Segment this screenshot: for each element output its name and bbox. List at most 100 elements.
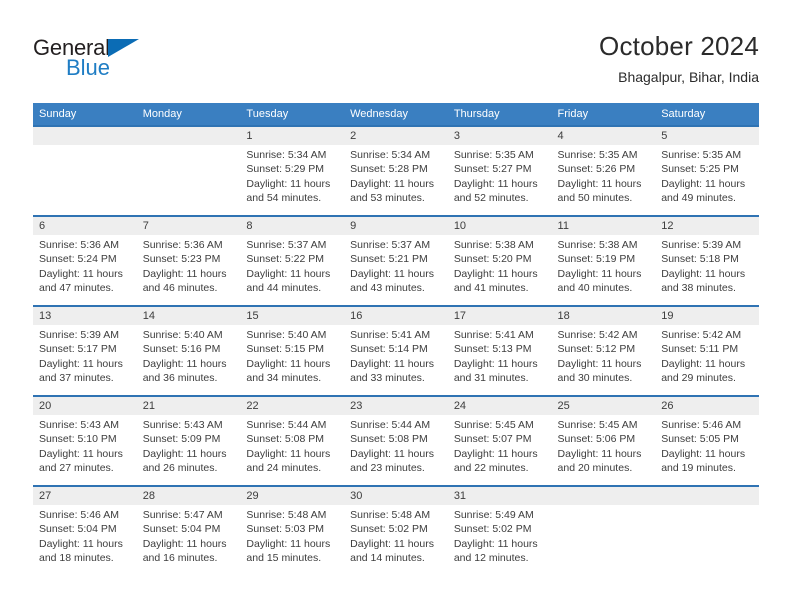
calendar-day-cell[interactable]: 2 Sunrise: 5:34 AM Sunset: 5:28 PM Daylight… [344, 125, 448, 216]
sunset-text: Sunset: 5:09 PM [142, 433, 221, 446]
calendar-day-cell[interactable]: 14 Sunrise: 5:40 AM Sunset: 5:16 PM Dayligh… [136, 305, 241, 396]
calendar-day-cell[interactable]: 21 Sunrise: 5:43 AM Sunset: 5:09 PM Dayligh… [136, 395, 241, 486]
logo-text-blue: Blue [66, 55, 111, 80]
day-sun-info: Sunrise: 5:48 AM Sunset: 5:02 PM Daylight:… [344, 505, 448, 566]
day-sun-info: Sunrise: 5:49 AM Sunset: 5:02 PM Daylight:… [448, 505, 552, 566]
calendar-day-cell[interactable]: 31 Sunrise: 5:49 AM Sunset: 5:02 PM Dayligh… [447, 485, 552, 576]
day-number: 13 [33, 307, 137, 325]
sunset-text: Sunset: 5:13 PM [453, 343, 532, 356]
calendar-day-cell[interactable]: 12 Sunrise: 5:39 AM Sunset: 5:18 PM Dayligh… [655, 215, 759, 306]
calendar-empty-cell [655, 485, 759, 576]
sunset-text: Sunset: 5:18 PM [661, 253, 739, 266]
day-number: 14 [136, 307, 241, 325]
calendar-day-cell[interactable]: 1 Sunrise: 5:34 AM Sunset: 5:29 PM Daylight… [240, 125, 345, 216]
day-sun-info: Sunrise: 5:40 AM Sunset: 5:15 PM Daylight:… [240, 325, 344, 386]
daylight-text: Daylight: 11 hours and 23 minutes. [350, 447, 434, 475]
calendar-day-cell[interactable]: 3 Sunrise: 5:35 AM Sunset: 5:27 PM Daylight… [447, 125, 552, 216]
daylight-text: Daylight: 11 hours and 36 minutes. [142, 357, 227, 385]
sunset-text: Sunset: 5:04 PM [39, 523, 117, 536]
daylight-text: Daylight: 11 hours and 12 minutes. [453, 537, 538, 565]
day-number: 21 [136, 397, 241, 415]
daylight-text: Daylight: 11 hours and 20 minutes. [557, 447, 642, 475]
sunset-text: Sunset: 5:11 PM [661, 343, 739, 356]
day-sun-info: Sunrise: 5:35 AM Sunset: 5:26 PM Daylight:… [552, 145, 656, 206]
sunrise-text: Sunrise: 5:44 AM [350, 419, 431, 431]
calendar-day-cell[interactable]: 17 Sunrise: 5:41 AM Sunset: 5:13 PM Dayligh… [447, 305, 552, 396]
weekday-header-saturday: Saturday [655, 103, 759, 126]
calendar-day-cell[interactable]: 26 Sunrise: 5:46 AM Sunset: 5:05 PM Dayligh… [655, 395, 759, 486]
day-number: 7 [136, 217, 241, 235]
calendar-day-cell[interactable]: 16 Sunrise: 5:41 AM Sunset: 5:14 PM Dayligh… [344, 305, 448, 396]
weekday-header-friday: Friday [551, 103, 656, 126]
daylight-text: Daylight: 11 hours and 26 minutes. [142, 447, 227, 475]
page-header: General Blue October 2024 Bhagalpur, Bih… [33, 30, 759, 92]
daylight-text: Daylight: 11 hours and 49 minutes. [661, 177, 746, 205]
daylight-text: Daylight: 11 hours and 52 minutes. [453, 177, 538, 205]
sunrise-text: Sunrise: 5:36 AM [142, 239, 223, 251]
calendar-day-cell[interactable]: 4 Sunrise: 5:35 AM Sunset: 5:26 PM Daylight… [551, 125, 656, 216]
daylight-text: Daylight: 11 hours and 37 minutes. [39, 357, 123, 385]
daylight-text: Daylight: 11 hours and 38 minutes. [661, 267, 746, 295]
calendar-day-cell[interactable]: 9 Sunrise: 5:37 AM Sunset: 5:21 PM Daylight… [344, 215, 448, 306]
calendar-day-cell[interactable]: 23 Sunrise: 5:44 AM Sunset: 5:08 PM Dayligh… [344, 395, 448, 486]
calendar-day-cell[interactable]: 7 Sunrise: 5:36 AM Sunset: 5:23 PM Daylight… [136, 215, 241, 306]
calendar-day-cell[interactable]: 24 Sunrise: 5:45 AM Sunset: 5:07 PM Dayligh… [447, 395, 552, 486]
sunset-text: Sunset: 5:19 PM [557, 253, 636, 266]
calendar-day-cell[interactable]: 20 Sunrise: 5:43 AM Sunset: 5:10 PM Dayligh… [33, 395, 137, 486]
day-number: 15 [240, 307, 345, 325]
sunrise-text: Sunrise: 5:40 AM [142, 329, 223, 341]
calendar-day-cell[interactable]: 15 Sunrise: 5:40 AM Sunset: 5:15 PM Dayligh… [240, 305, 345, 396]
calendar-day-cell[interactable]: 10 Sunrise: 5:38 AM Sunset: 5:20 PM Dayligh… [447, 215, 552, 306]
sunset-text: Sunset: 5:25 PM [661, 163, 739, 176]
day-sun-info: Sunrise: 5:43 AM Sunset: 5:10 PM Daylight:… [33, 415, 137, 476]
day-number [33, 127, 137, 145]
sunset-text: Sunset: 5:08 PM [350, 433, 428, 446]
day-number: 4 [551, 127, 656, 145]
day-sun-info: Sunrise: 5:48 AM Sunset: 5:03 PM Daylight:… [240, 505, 344, 566]
calendar-day-cell[interactable]: 18 Sunrise: 5:42 AM Sunset: 5:12 PM Dayligh… [551, 305, 656, 396]
calendar-day-cell[interactable]: 13 Sunrise: 5:39 AM Sunset: 5:17 PM Dayligh… [33, 305, 137, 396]
daylight-text: Daylight: 11 hours and 50 minutes. [557, 177, 642, 205]
daylight-text: Daylight: 11 hours and 16 minutes. [142, 537, 227, 565]
sunrise-text: Sunrise: 5:36 AM [39, 239, 119, 251]
daylight-text: Daylight: 11 hours and 15 minutes. [246, 537, 331, 565]
sunrise-text: Sunrise: 5:46 AM [39, 509, 119, 521]
calendar-day-cell[interactable]: 19 Sunrise: 5:42 AM Sunset: 5:11 PM Dayligh… [655, 305, 759, 396]
sunset-text: Sunset: 5:08 PM [246, 433, 325, 446]
calendar-empty-cell [136, 125, 241, 216]
sunset-text: Sunset: 5:12 PM [557, 343, 636, 356]
day-sun-info: Sunrise: 5:39 AM Sunset: 5:18 PM Daylight:… [655, 235, 759, 296]
day-sun-info: Sunrise: 5:38 AM Sunset: 5:19 PM Daylight:… [552, 235, 656, 296]
sunrise-text: Sunrise: 5:39 AM [39, 329, 119, 341]
day-number: 23 [344, 397, 448, 415]
calendar-day-cell[interactable]: 28 Sunrise: 5:47 AM Sunset: 5:04 PM Dayligh… [136, 485, 241, 576]
calendar-day-cell[interactable]: 6 Sunrise: 5:36 AM Sunset: 5:24 PM Daylight… [33, 215, 137, 306]
day-number: 11 [551, 217, 656, 235]
daylight-text: Daylight: 11 hours and 27 minutes. [39, 447, 123, 475]
calendar-day-cell[interactable]: 29 Sunrise: 5:48 AM Sunset: 5:03 PM Dayligh… [240, 485, 345, 576]
day-number: 16 [344, 307, 448, 325]
calendar-day-cell[interactable]: 22 Sunrise: 5:44 AM Sunset: 5:08 PM Dayligh… [240, 395, 345, 486]
day-number: 8 [240, 217, 345, 235]
sunrise-text: Sunrise: 5:41 AM [453, 329, 534, 341]
day-sun-info: Sunrise: 5:37 AM Sunset: 5:21 PM Daylight:… [344, 235, 448, 296]
calendar-page: General Blue October 2024 Bhagalpur, Bih… [0, 0, 792, 612]
day-sun-info: Sunrise: 5:36 AM Sunset: 5:23 PM Daylight:… [137, 235, 241, 296]
calendar-day-cell[interactable]: 30 Sunrise: 5:48 AM Sunset: 5:02 PM Dayligh… [344, 485, 448, 576]
calendar-day-cell[interactable]: 11 Sunrise: 5:38 AM Sunset: 5:19 PM Dayligh… [551, 215, 656, 306]
sunrise-text: Sunrise: 5:35 AM [661, 149, 742, 161]
day-number: 12 [655, 217, 759, 235]
daylight-text: Daylight: 11 hours and 30 minutes. [557, 357, 642, 385]
day-sun-info: Sunrise: 5:40 AM Sunset: 5:16 PM Daylight:… [137, 325, 241, 386]
sunset-text: Sunset: 5:28 PM [350, 163, 428, 176]
general-blue-logo[interactable]: General Blue [33, 30, 153, 80]
daylight-text: Daylight: 11 hours and 31 minutes. [453, 357, 538, 385]
sunrise-text: Sunrise: 5:39 AM [661, 239, 742, 251]
day-number: 30 [344, 487, 448, 505]
calendar-day-cell[interactable]: 25 Sunrise: 5:45 AM Sunset: 5:06 PM Dayligh… [551, 395, 656, 486]
calendar-day-cell[interactable]: 27 Sunrise: 5:46 AM Sunset: 5:04 PM Dayligh… [33, 485, 137, 576]
calendar-day-cell[interactable]: 8 Sunrise: 5:37 AM Sunset: 5:22 PM Daylight… [240, 215, 345, 306]
weekday-header-wednesday: Wednesday [344, 103, 448, 126]
calendar-day-cell[interactable]: 5 Sunrise: 5:35 AM Sunset: 5:25 PM Daylight… [655, 125, 759, 216]
calendar-body: 1 Sunrise: 5:34 AM Sunset: 5:29 PM Daylight… [33, 125, 759, 576]
